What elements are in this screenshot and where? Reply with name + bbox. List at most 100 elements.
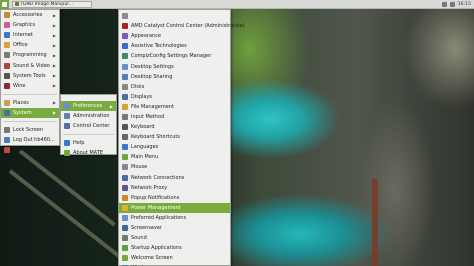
system-submenu: Preferences ▶ Administration Control Center…	[60, 94, 117, 158]
menu-item-label: About MATE	[73, 150, 103, 157]
menu-separator	[3, 120, 57, 122]
menu-category[interactable]: Accessories ▶	[1, 10, 59, 20]
menu-action[interactable]: Shut Down...	[1, 145, 59, 155]
menu-item-label: Languages	[131, 144, 159, 151]
preferences-item[interactable]: Startup Applications	[119, 243, 230, 253]
preferences-item[interactable]: Desktop Settings	[119, 61, 230, 71]
menu-item-places[interactable]: Places ▶	[1, 98, 59, 108]
preferences-item[interactable]: Welcome Screen	[119, 253, 230, 263]
menu-item-label: Disks	[131, 83, 145, 90]
preferences-item[interactable]: Languages	[119, 142, 230, 152]
volume-icon[interactable]	[449, 1, 455, 7]
preferences-item[interactable]: Keyboard Shortcuts	[119, 132, 230, 142]
menu-item-label: CompizConfig Settings Manager	[131, 53, 212, 60]
menu-item-label: Administration	[73, 113, 110, 120]
preferences-item[interactable]: Power Management	[119, 202, 230, 213]
system-submenu-item[interactable]: About MATE	[61, 148, 116, 158]
preferences-item[interactable]: Desktop Sharing	[119, 72, 230, 82]
preferences-item[interactable]: Screensaver	[119, 223, 230, 233]
menu-item-label: Assistive Technologies	[131, 43, 187, 50]
wallpaper-tree-trunk	[372, 179, 378, 266]
menu-category[interactable]: Sound & Video ▶	[1, 60, 59, 70]
main-menu-button[interactable]	[0, 0, 9, 9]
menu-item-label: Lock Screen	[13, 126, 44, 133]
preferences-item[interactable]: Keyboard	[119, 122, 230, 132]
app-icon	[122, 113, 128, 120]
menu-category[interactable]: Office ▶	[1, 40, 59, 50]
menu-category[interactable]: System Tools ▶	[1, 71, 59, 81]
gimp-icon	[15, 2, 19, 6]
preferences-item[interactable]: AMD Catalyst Control Center (Administrat…	[119, 21, 245, 31]
app-icon	[4, 137, 10, 144]
app-icon	[122, 245, 128, 252]
menu-item-label: Startup Applications	[131, 245, 182, 252]
app-icon	[4, 52, 10, 59]
preferences-item[interactable]: Popup Notifications	[119, 193, 230, 203]
menu-separator	[63, 134, 114, 136]
preferences-item[interactable]: Preferred Applications	[119, 213, 230, 223]
app-icon	[4, 126, 10, 133]
menu-item-label: Welcome Screen	[131, 255, 173, 262]
submenu-arrow-icon: ▶	[52, 63, 56, 69]
preferences-item[interactable]: Sound	[119, 233, 230, 243]
menu-item-label: AMD Catalyst Control Center (Administrat…	[131, 23, 245, 30]
preferences-item[interactable]: Input Method	[119, 112, 230, 122]
app-icon	[64, 150, 70, 157]
system-submenu-item[interactable]: Control Center	[61, 121, 116, 131]
preferences-item[interactable]: Network Connections	[119, 173, 230, 183]
menu-item-label: Screensaver	[131, 225, 162, 232]
app-icon	[122, 174, 128, 181]
menu-action[interactable]: Log Out hb460...	[1, 135, 59, 145]
menu-category[interactable]: Internet ▶	[1, 30, 59, 40]
system-submenu-item[interactable]: Administration	[61, 111, 116, 121]
preferences-item[interactable]: File Management	[119, 102, 230, 112]
preferences-item[interactable]: Appearance	[119, 31, 230, 41]
system-submenu-item[interactable]: Preferences ▶	[61, 101, 116, 112]
menu-separator	[3, 93, 57, 95]
menu-item-label: Office	[13, 42, 28, 49]
submenu-arrow-icon: ▶	[52, 12, 56, 18]
menu-category[interactable]: Graphics ▶	[1, 20, 59, 30]
app-icon	[4, 42, 10, 49]
menu-item-label: Keyboard	[131, 124, 155, 131]
preferences-item[interactable]: Network Proxy	[119, 183, 230, 193]
app-icon	[122, 83, 128, 90]
clock[interactable]: 16:15	[458, 2, 471, 7]
menu-item-label: Wine	[13, 82, 26, 89]
preferences-item[interactable]: Main Menu	[119, 152, 230, 162]
submenu-arrow-icon: ▶	[52, 22, 56, 28]
preferences-item[interactable]: CompizConfig Settings Manager	[119, 51, 230, 61]
menu-item-label: Popup Notifications	[131, 194, 180, 201]
menu-item-label: Help	[73, 140, 85, 147]
menu-item-label: Input Method	[131, 113, 165, 120]
network-icon[interactable]	[441, 1, 447, 7]
menu-item-label: File Management	[131, 103, 174, 110]
menu-category[interactable]: Programming ▶	[1, 50, 59, 60]
menu-item-label: Graphics	[13, 22, 36, 29]
menu-action[interactable]: Lock Screen	[1, 125, 59, 135]
preferences-item[interactable]: Assistive Technologies	[119, 41, 230, 51]
preferences-item[interactable]	[119, 11, 230, 21]
taskbar-window-button[interactable]: [GNU Image Manipul...	[12, 0, 92, 8]
app-icon	[122, 235, 128, 242]
menu-item-label: Control Center	[73, 123, 110, 130]
menu-item-label: Sound	[131, 235, 147, 242]
system-submenu-item[interactable]: Help	[61, 138, 116, 148]
submenu-arrow-icon: ▶	[52, 52, 56, 58]
menu-item-label: Log Out hb460...	[13, 137, 55, 144]
preferences-item[interactable]: Mouse	[119, 162, 230, 172]
folder-icon	[4, 99, 10, 106]
menu-item-label: System	[13, 109, 32, 116]
app-icon	[64, 140, 70, 147]
menu-category[interactable]: Wine ▶	[1, 81, 59, 91]
menu-item-label: Appearance	[131, 33, 162, 40]
app-icon	[122, 154, 128, 161]
preferences-item[interactable]: Disks	[119, 82, 230, 92]
menu-item-system[interactable]: System ▶	[1, 107, 59, 118]
app-icon	[64, 113, 70, 120]
app-icon	[4, 72, 10, 79]
preferences-item[interactable]: Displays	[119, 92, 230, 102]
app-icon	[122, 184, 128, 191]
submenu-arrow-icon: ▶	[52, 110, 56, 116]
top-panel: [GNU Image Manipul... 16:15	[0, 0, 474, 9]
